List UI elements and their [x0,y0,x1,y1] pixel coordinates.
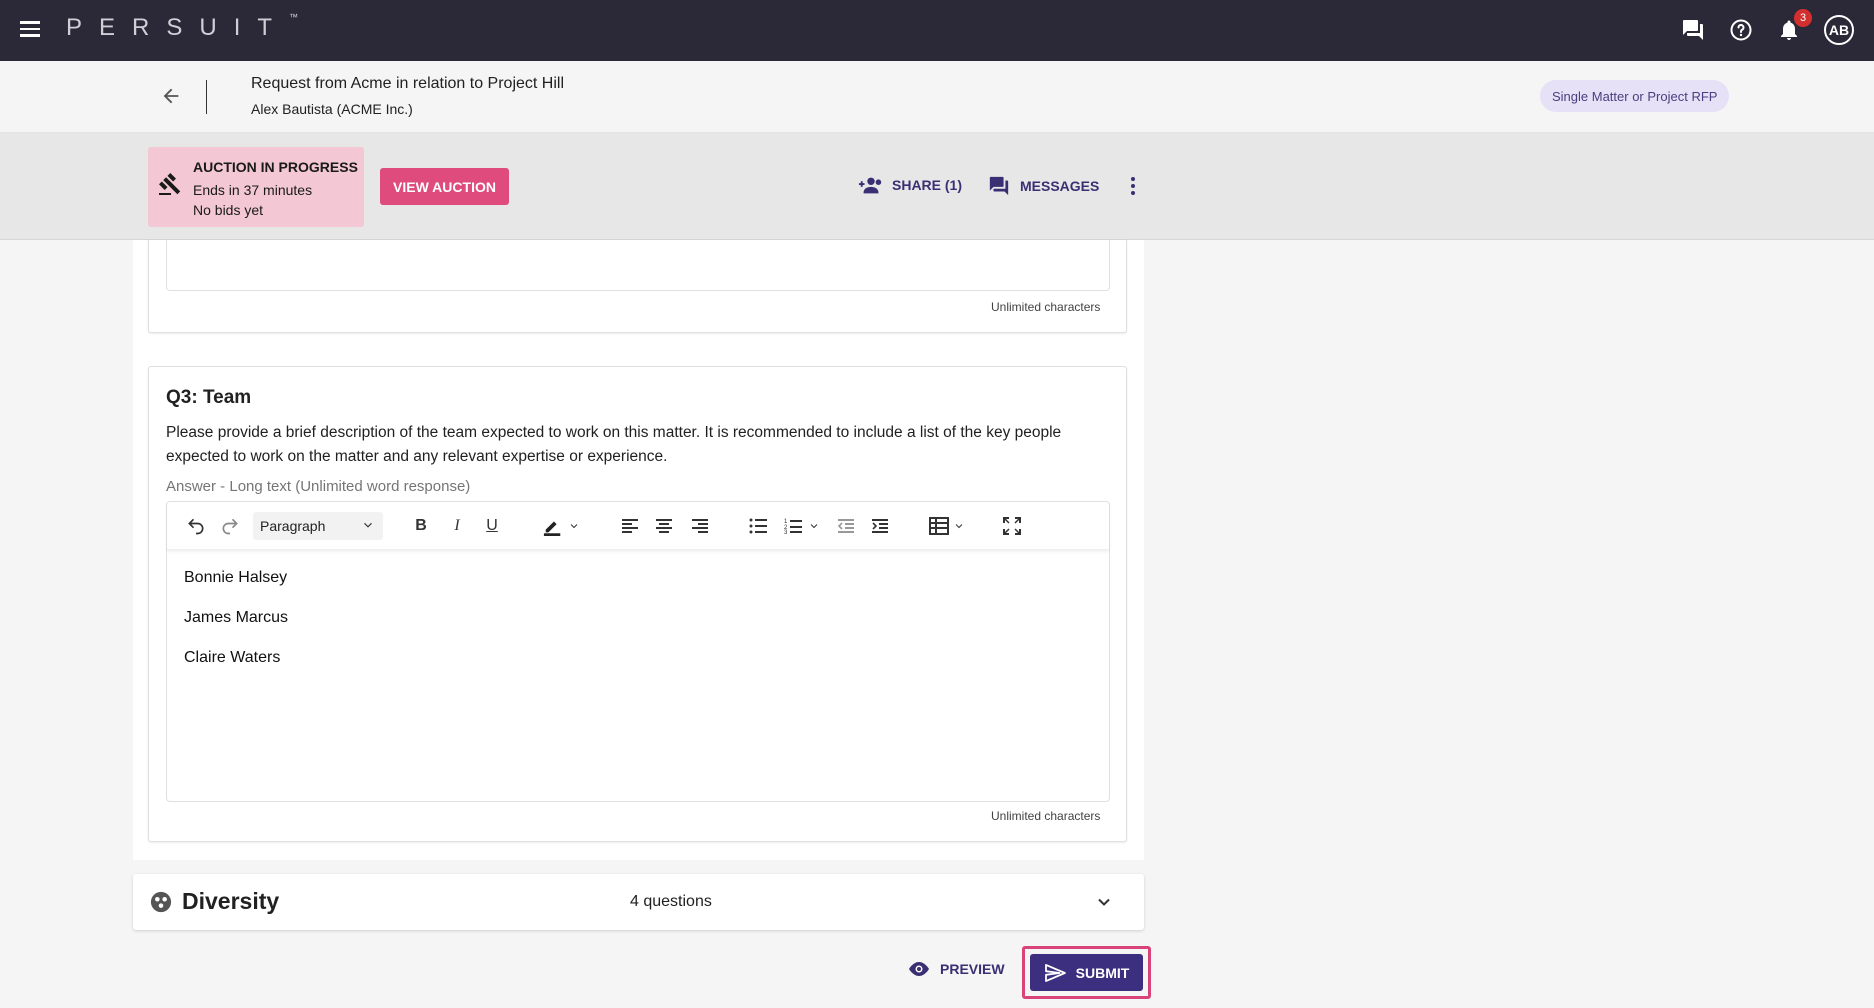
answer-line: Claire Waters [184,649,281,666]
request-title: Request from Acme in relation to Project… [251,75,565,92]
question-title: Q3: Team [166,387,252,408]
outdent-icon[interactable] [835,514,857,538]
header-divider [206,80,207,114]
italic-icon[interactable]: I [447,514,467,538]
answer-type-label: Answer - Long text (Unlimited word respo… [166,478,471,495]
notification-count-badge: 3 [1794,9,1812,27]
fullscreen-icon[interactable] [1001,514,1023,538]
help-icon[interactable] [1728,17,1754,43]
chevron-down-icon [364,522,372,528]
svg-text:3: 3 [784,530,788,534]
undo-icon[interactable] [185,514,207,538]
align-left-icon[interactable] [619,514,641,538]
auction-status-bar: AUCTION IN PROGRESS Ends in 37 minutes N… [0,133,1874,240]
rfp-type-chip: Single Matter or Project RFP [1540,80,1730,112]
more-options-icon[interactable] [1128,177,1138,199]
table-icon[interactable] [927,514,967,538]
submit-button[interactable]: SUBMIT [1030,954,1143,991]
logo-text: PERSUIT [66,14,290,41]
answer-line: James Marcus [184,609,289,626]
answer-line: Bonnie Halsey [184,569,288,586]
nav-actions: 3 AB [1680,9,1854,50]
highlight-color-icon[interactable] [540,514,582,538]
preview-label: PREVIEW [940,961,1005,977]
messages-label: MESSAGES [1020,178,1100,194]
editor-toolbar: Paragraph B I U 123 [167,502,1109,550]
previous-question-card: Unlimited characters [148,240,1127,333]
auction-status-box: AUCTION IN PROGRESS Ends in 37 minutes N… [148,147,364,227]
add-people-icon [858,177,882,194]
align-center-icon[interactable] [653,514,675,538]
request-header: Request from Acme in relation to Project… [0,61,1874,133]
gavel-icon [158,171,182,197]
messages-icon [989,176,1009,196]
submit-label: SUBMIT [1075,964,1130,981]
answer-char-limit: Unlimited characters [991,809,1101,823]
block-format-value: Paragraph [260,518,326,534]
preview-button[interactable]: PREVIEW [907,960,1005,978]
previous-answer-editor[interactable] [166,240,1110,291]
back-arrow-icon[interactable] [160,85,182,107]
bold-icon[interactable]: B [411,514,431,538]
indent-icon[interactable] [869,514,891,538]
previous-char-limit: Unlimited characters [991,300,1101,314]
user-avatar[interactable]: AB [1824,15,1854,45]
send-icon [1044,963,1066,982]
share-button[interactable]: SHARE (1) [858,175,962,195]
top-navigation-bar: PERSUIT™ 3 AB [0,0,1874,61]
logo-trademark: ™ [289,12,299,22]
align-right-icon[interactable] [689,514,711,538]
block-format-select[interactable]: Paragraph [253,512,383,540]
menu-icon[interactable] [20,18,42,40]
chat-icon[interactable] [1680,17,1706,43]
view-auction-button[interactable]: VIEW AUCTION [380,168,509,205]
share-label: SHARE (1) [892,177,963,193]
messages-button[interactable]: MESSAGES [988,175,1099,197]
editor-content-area[interactable]: Bonnie Halsey James Marcus Claire Waters [167,554,1109,801]
auction-status-label: AUCTION IN PROGRESS [193,159,358,175]
chevron-down-icon[interactable] [1094,892,1114,912]
question-description: Please provide a brief description of th… [166,424,1062,465]
request-requester: Alex Bautista (ACME Inc.) [251,101,413,117]
persuit-logo[interactable]: PERSUIT™ [66,12,299,42]
notifications-bell-icon[interactable]: 3 [1776,9,1812,43]
rich-text-editor: Paragraph B I U 123 Bonnie Halsey James … [166,501,1110,802]
numbered-list-icon[interactable]: 123 [781,514,823,538]
redo-icon[interactable] [219,514,241,538]
bullet-list-icon[interactable] [747,514,769,538]
underline-icon[interactable]: U [482,514,502,538]
section-title: Diversity [182,888,280,914]
auction-bid-status: No bids yet [193,202,264,218]
auction-time-remaining: Ends in 37 minutes [193,182,313,198]
diversity-section-header[interactable]: Diversity 4 questions [133,874,1144,930]
diversity-icon [150,891,172,913]
question-count: 4 questions [630,893,712,910]
question-card-q3: Q3: Team Please provide a brief descript… [148,366,1127,842]
eye-icon [909,962,929,976]
